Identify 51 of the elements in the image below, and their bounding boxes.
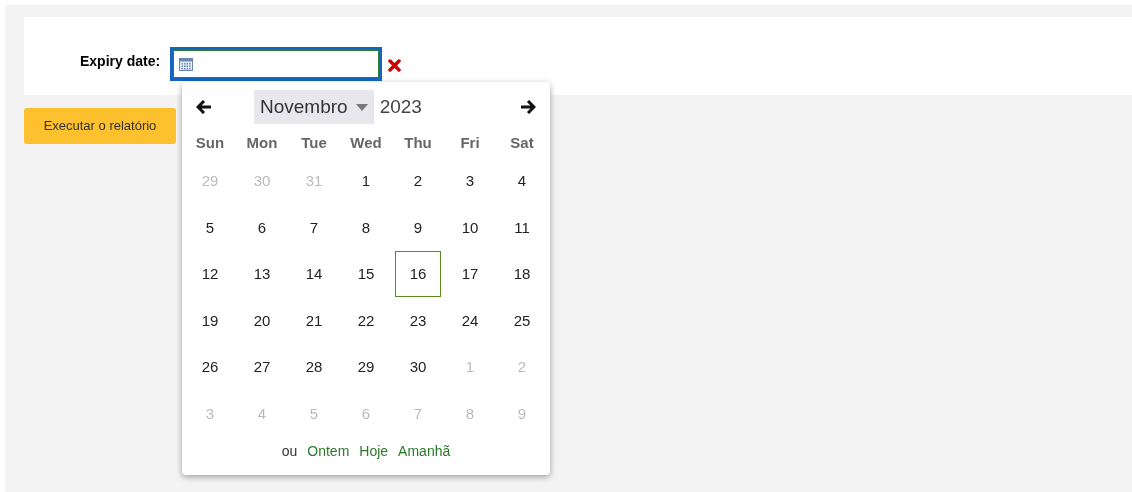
day-cell[interactable]: 12 xyxy=(187,251,233,298)
quick-date-link[interactable]: Amanhã xyxy=(398,441,451,462)
day-cell[interactable]: 26 xyxy=(187,344,233,391)
weekday-header: Wed xyxy=(349,133,383,153)
day-cell[interactable]: 18 xyxy=(499,251,545,298)
day-cell[interactable]: 10 xyxy=(447,204,493,251)
month-dropdown[interactable]: Novembro xyxy=(254,90,374,124)
day-cell[interactable]: 3 xyxy=(447,158,493,205)
weekday-header: Tue xyxy=(300,133,328,153)
day-cell[interactable]: 4 xyxy=(499,158,545,205)
day-cell[interactable]: 20 xyxy=(239,297,285,344)
field-label: Expiry date: xyxy=(80,52,162,71)
day-cell[interactable]: 15 xyxy=(343,251,389,298)
day-cell[interactable]: 30 xyxy=(395,344,441,391)
year-text[interactable]: 2023 xyxy=(379,92,422,122)
day-cell[interactable]: 7 xyxy=(291,204,337,251)
quick-date-link[interactable]: Ontem xyxy=(307,441,350,462)
next-month-icon[interactable] xyxy=(520,100,536,114)
previous-month-icon[interactable] xyxy=(196,100,212,114)
day-cell[interactable]: 1 xyxy=(343,158,389,205)
weekday-header: Thu xyxy=(403,133,433,153)
day-cell[interactable]: 24 xyxy=(447,297,493,344)
day-cell[interactable]: 29 xyxy=(343,344,389,391)
clear-icon[interactable] xyxy=(388,59,401,72)
day-cell[interactable]: 11 xyxy=(499,204,545,251)
day-cell[interactable]: 19 xyxy=(187,297,233,344)
footer-text: ou xyxy=(281,442,298,461)
weekday-header: Sun xyxy=(194,133,226,153)
day-cell[interactable]: 21 xyxy=(291,297,337,344)
quick-date-link[interactable]: Hoje xyxy=(359,441,389,462)
calendar-icon[interactable] xyxy=(179,57,193,71)
day-cell[interactable]: 8 xyxy=(343,204,389,251)
day-cell[interactable]: 16 xyxy=(395,251,441,298)
day-cell[interactable]: 14 xyxy=(291,251,337,298)
day-cell[interactable]: 28 xyxy=(291,344,337,391)
day-cell[interactable]: 23 xyxy=(395,297,441,344)
weekday-header: Mon xyxy=(245,133,279,153)
date-field[interactable] xyxy=(170,47,382,81)
day-cell[interactable]: 13 xyxy=(239,251,285,298)
day-cell[interactable]: 5 xyxy=(187,204,233,251)
day-cell[interactable]: 2 xyxy=(395,158,441,205)
day-cell[interactable]: 25 xyxy=(499,297,545,344)
weekday-header: Sat xyxy=(509,133,535,153)
day-cell[interactable]: 9 xyxy=(395,204,441,251)
day-cell[interactable]: 27 xyxy=(239,344,285,391)
day-cell[interactable]: 6 xyxy=(239,204,285,251)
day-cell[interactable]: 22 xyxy=(343,297,389,344)
caret-icon xyxy=(355,103,368,111)
run-report-button[interactable]: Executar o relatório xyxy=(24,108,176,144)
weekday-header: Fri xyxy=(459,133,481,153)
day-cell[interactable]: 17 xyxy=(447,251,493,298)
